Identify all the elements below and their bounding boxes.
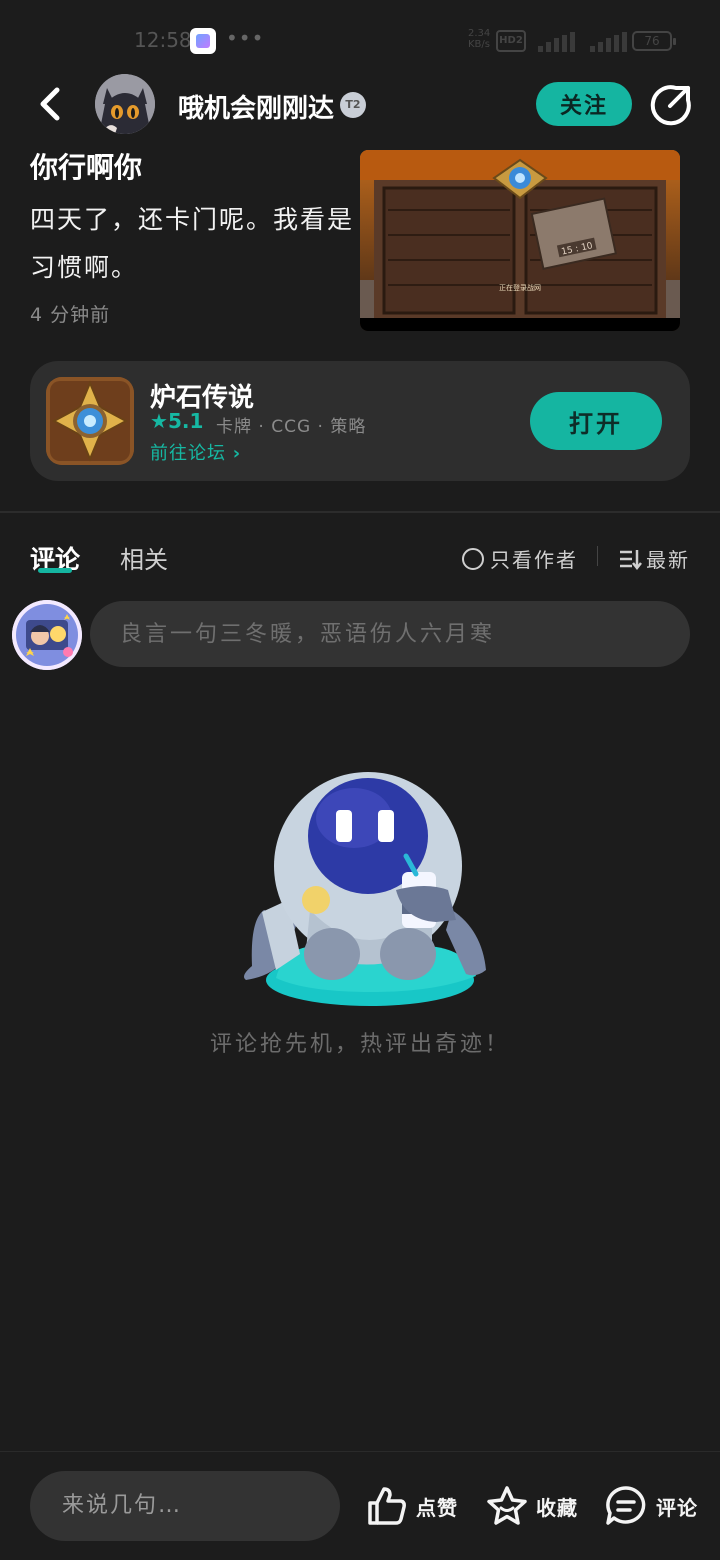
game-rating-value: 5.1 <box>167 409 204 433</box>
comment-input[interactable] <box>90 601 690 667</box>
app-notification-icon <box>190 28 216 54</box>
sort-icon <box>620 549 642 570</box>
status-bar: 12:58 ••• 2.34 KB/s HD2 76 <box>0 0 720 70</box>
net-speed: 2.34 KB/s <box>468 28 491 50</box>
author-avatar[interactable] <box>95 74 155 134</box>
forum-link-label: 前往论坛 <box>150 443 226 464</box>
signal-4g-icon <box>590 32 630 52</box>
radio-circle-icon <box>462 547 484 570</box>
star-outline-icon <box>487 1486 527 1525</box>
game-card[interactable]: 炉石传说 ★5.1 卡牌 · CCG · 策略 前往论坛 › 打开 <box>30 361 690 481</box>
battery-icon: 76 <box>632 31 676 51</box>
author-avatar-image <box>95 74 155 134</box>
game-rating: ★5.1 <box>150 409 203 433</box>
signal-5g-icon <box>538 32 578 52</box>
star-icon: ★ <box>150 409 168 433</box>
sort-label: 最新 <box>646 548 690 572</box>
comment-label: 评论 <box>656 1495 698 1520</box>
author-name[interactable]: 哦机会刚刚达 <box>178 88 334 125</box>
bottom-divider <box>0 1451 720 1452</box>
back-button[interactable] <box>30 84 70 124</box>
post-title: 你行啊你 <box>30 151 143 184</box>
share-button[interactable] <box>650 84 692 126</box>
status-time: 12:58 <box>134 28 192 52</box>
hd-voice-icon: HD2 <box>496 30 526 52</box>
post-image[interactable]: 15 : 10 正在登录战网 <box>360 150 680 331</box>
forum-link[interactable]: 前往论坛 › <box>150 439 241 465</box>
share-icon <box>650 85 691 126</box>
author-only-toggle[interactable]: 只看作者 <box>462 544 578 573</box>
open-game-button[interactable]: 打开 <box>530 392 662 450</box>
my-avatar[interactable] <box>12 600 82 670</box>
hearthstone-door-screenshot: 15 : 10 正在登录战网 <box>360 150 680 331</box>
hearthstone-logo-icon <box>46 377 134 465</box>
tab-related[interactable]: 相关 <box>120 540 168 575</box>
author-only-label: 只看作者 <box>490 548 578 572</box>
like-button[interactable]: 点赞 <box>366 1484 458 1528</box>
quick-comment-input[interactable]: 来说几句… <box>30 1471 340 1541</box>
comment-bubble-icon <box>606 1486 646 1525</box>
door-caption: 正在登录战网 <box>499 283 541 292</box>
favorite-label: 收藏 <box>536 1495 578 1520</box>
game-icon <box>46 377 134 465</box>
level-badge: T2 <box>340 92 366 118</box>
robot-mascot-icon <box>244 772 486 1006</box>
more-notifications-icon: ••• <box>226 26 265 50</box>
empty-state-text: 评论抢先机，热评出奇迹！ <box>209 1032 510 1057</box>
like-label: 点赞 <box>416 1495 458 1520</box>
follow-button[interactable]: 关注 <box>536 82 632 126</box>
chevron-left-icon <box>40 87 60 121</box>
sort-separator <box>597 546 598 566</box>
empty-state-illustration <box>236 770 496 1010</box>
my-avatar-image <box>12 600 82 670</box>
chevron-right-icon: › <box>232 443 242 464</box>
favorite-button[interactable]: 收藏 <box>486 1484 578 1528</box>
comment-button[interactable]: 评论 <box>604 1484 698 1528</box>
sort-button[interactable]: 最新 <box>618 544 690 573</box>
thumbs-up-icon <box>368 1487 406 1525</box>
tab-active-indicator <box>38 568 72 573</box>
section-divider <box>0 511 720 513</box>
post-time: 4 分钟前 <box>30 304 111 326</box>
game-tags: 卡牌 · CCG · 策略 <box>216 417 367 437</box>
